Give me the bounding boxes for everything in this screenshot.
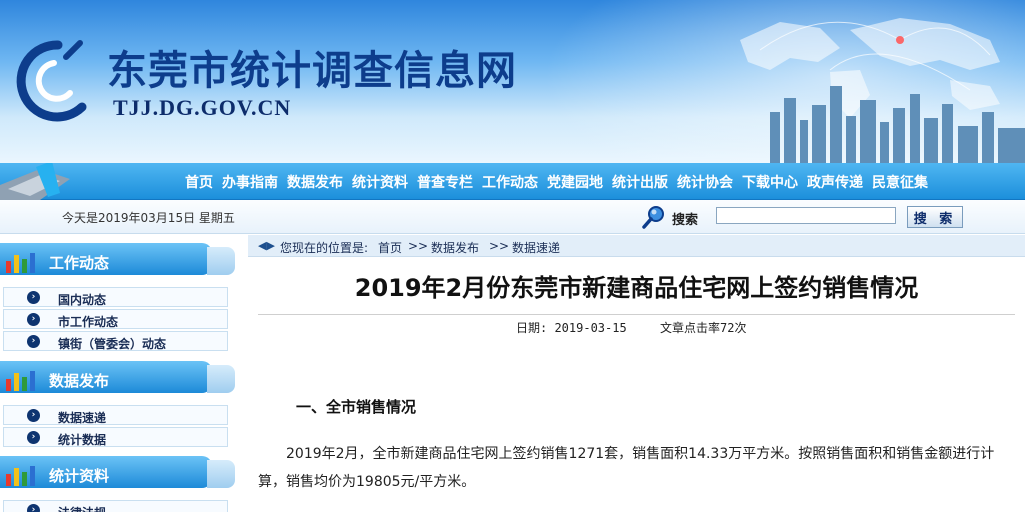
- nav-policy-broadcast[interactable]: 政声传递: [807, 172, 863, 192]
- breadcrumb-data-express[interactable]: 数据速递: [512, 239, 560, 256]
- sidebar-item-label: 统计数据: [58, 433, 107, 447]
- sidebar-item-label: 国内动态: [58, 293, 107, 307]
- sidebar: 工作动态 › 国内动态 › 市工作动态 › 镇街（管委会）动态 数据发布 › 数…: [0, 235, 245, 512]
- breadcrumb-arrows-icon: ◀▶: [258, 239, 275, 252]
- nav-public-opinion[interactable]: 民意征集: [872, 172, 928, 192]
- section-header-tail: [207, 460, 235, 488]
- breadcrumb: ◀▶ 您现在的位置是: 首页 >> 数据发布 >> 数据速递: [248, 235, 1025, 257]
- nav-statistics-materials[interactable]: 统计资料: [352, 172, 408, 192]
- search-input[interactable]: [716, 207, 896, 224]
- site-url: TJJ.DG.GOV.CN: [113, 95, 292, 120]
- sidebar-item-laws-regulations[interactable]: › 法律法规: [3, 500, 228, 512]
- breadcrumb-separator: >>: [408, 239, 429, 253]
- nav-association[interactable]: 统计协会: [677, 172, 733, 192]
- sidebar-item-label: 数据速递: [58, 411, 107, 425]
- bar-chart-icon: [6, 253, 35, 273]
- sidebar-item-statistical-data[interactable]: › 统计数据: [3, 427, 228, 447]
- nav-data-release[interactable]: 数据发布: [287, 172, 343, 192]
- bar-chart-icon: [6, 466, 35, 486]
- search-button[interactable]: 搜 索: [907, 206, 963, 228]
- breadcrumb-home[interactable]: 首页: [378, 239, 402, 256]
- sidebar-section-title: 工作动态: [49, 254, 110, 272]
- section-header-tail: [207, 365, 235, 393]
- search-label: 搜索: [672, 213, 699, 228]
- sidebar-item-label: 市工作动态: [58, 315, 119, 329]
- nav-census[interactable]: 普查专栏: [417, 172, 473, 192]
- section-header-tail: [207, 247, 235, 275]
- section-heading: 一、全市销售情况: [296, 398, 417, 416]
- sidebar-item-city-work-news[interactable]: › 市工作动态: [3, 309, 228, 329]
- chevron-right-circle-icon: ›: [27, 409, 40, 422]
- nav-publications[interactable]: 统计出版: [612, 172, 668, 192]
- sidebar-item-label: 法律法规: [58, 504, 106, 512]
- nav-home[interactable]: 首页: [185, 172, 213, 192]
- breadcrumb-data-release[interactable]: 数据发布: [431, 239, 479, 256]
- sidebar-section-statistics-materials[interactable]: 统计资料: [0, 452, 240, 494]
- sidebar-section-data-release[interactable]: 数据发布: [0, 357, 240, 399]
- breadcrumb-prefix: 您现在的位置是:: [280, 241, 369, 255]
- nav-party-building[interactable]: 党建园地: [547, 172, 603, 192]
- title-divider: [258, 314, 1015, 315]
- keyboard-pen-graphic: [0, 163, 70, 200]
- article-paragraph: 2019年2月，全市新建商品住宅网上签约销售1271套，销售面积14.33万平方…: [258, 446, 995, 490]
- today-date: 今天是2019年03月15日 星期五: [62, 211, 235, 225]
- main-content: ◀▶ 您现在的位置是: 首页 >> 数据发布 >> 数据速递 2019年2月份东…: [248, 235, 1025, 512]
- chevron-right-circle-icon: ›: [27, 335, 40, 348]
- nav-download-center[interactable]: 下载中心: [742, 172, 798, 192]
- bar-chart-icon: [6, 371, 35, 391]
- nav-guide[interactable]: 办事指南: [222, 172, 278, 192]
- world-map-skyline-graphic: [740, 18, 1025, 163]
- chevron-right-circle-icon: ›: [27, 313, 40, 326]
- article-date: 日期: 2019-03-15: [516, 321, 627, 335]
- main-navigation: 首页 办事指南 数据发布 统计资料 普查专栏 工作动态 党建园地 统计出版 统计…: [0, 163, 1025, 200]
- site-banner: 东莞市统计调查信息网 TJJ.DG.GOV.CN: [0, 0, 1025, 163]
- sidebar-section-work-news[interactable]: 工作动态: [0, 239, 240, 281]
- article-click-count: 文章点击率72次: [660, 321, 747, 335]
- site-title: 东莞市统计调查信息网: [107, 47, 517, 94]
- nav-work-news[interactable]: 工作动态: [482, 172, 538, 192]
- chevron-right-circle-icon: ›: [27, 291, 40, 304]
- sidebar-item-town-news[interactable]: › 镇街（管委会）动态: [3, 331, 228, 351]
- dongguan-stats-logo: [16, 40, 87, 122]
- sidebar-item-domestic-news[interactable]: › 国内动态: [3, 287, 228, 307]
- magnifier-icon: [642, 206, 664, 229]
- breadcrumb-separator: >>: [489, 239, 510, 253]
- chevron-right-circle-icon: ›: [27, 504, 40, 512]
- info-bar: 今天是2019年03月15日 星期五 搜索 搜 索: [0, 200, 1025, 234]
- sidebar-section-title: 统计资料: [49, 467, 110, 485]
- chevron-right-circle-icon: ›: [27, 431, 40, 444]
- sidebar-item-label: 镇街（管委会）动态: [58, 337, 167, 351]
- sidebar-section-title: 数据发布: [49, 372, 110, 390]
- article-title: 2019年2月份东莞市新建商品住宅网上签约销售情况: [354, 274, 919, 302]
- sidebar-item-data-express[interactable]: › 数据速递: [3, 405, 228, 425]
